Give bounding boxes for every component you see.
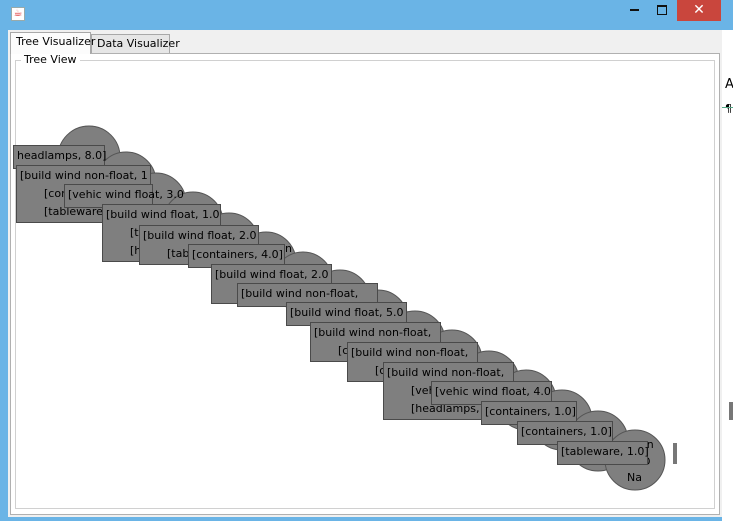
tree-node-text: n (285, 242, 292, 255)
tree-node-label-text: [build wind float, 1.0 (106, 208, 220, 221)
tree-node-label-text: [build wind non-float, (351, 346, 468, 359)
tree-node-label-text: [tableware, 1.0] (561, 445, 649, 458)
tree-node-label-text: [build wind float, 2.0 (215, 268, 329, 281)
tree-node-label-text: [containers, 4.0] (192, 248, 283, 261)
tree-canvas[interactable]: nonDNanheadlamps, 8.0][build wind non-fl… (0, 0, 733, 521)
tree-node-label[interactable]: [tableware, 1.0] (557, 441, 649, 465)
tab-tree-visualizer[interactable]: Tree Visualizer (10, 32, 95, 54)
tree-node-text: Na (627, 471, 642, 484)
tree-node-label-text: [build wind float, 2.0 (143, 229, 257, 242)
tree-node-label-text: [build wind non-float, (314, 326, 431, 339)
tree-node-label-text: [build wind non-float, (241, 287, 358, 300)
edge-bar (722, 107, 733, 108)
edge-glyph: ¶ (725, 102, 732, 115)
tree-node-label-text: headlamps, 8.0] (17, 149, 106, 162)
tree-node-label-text: [containers, 1.0] (521, 425, 612, 438)
application-window: ☕ ✕ Tree Visualizer Data Visualizer Tree… (0, 0, 733, 521)
tree-node-label-text: [build wind float, 5.0 (290, 306, 404, 319)
tree-node-label-text: [build wind non-float, (387, 366, 504, 379)
tree-node-label-text: [containers, 1.0] (485, 405, 576, 418)
tree-node-label-text: [vehic wind float, 4.0 (435, 385, 551, 398)
node-edge-stub (673, 443, 677, 464)
tree-node-label-text: [c (338, 344, 348, 357)
edge-glyph: A (725, 77, 733, 92)
tree-node-label-text: [build wind non-float, 1 (20, 169, 148, 182)
background-window-edge: A ¶ (722, 30, 733, 521)
edge-notch (729, 402, 733, 420)
tree-node-label-text: [vehic wind float, 3.0 (68, 188, 184, 201)
